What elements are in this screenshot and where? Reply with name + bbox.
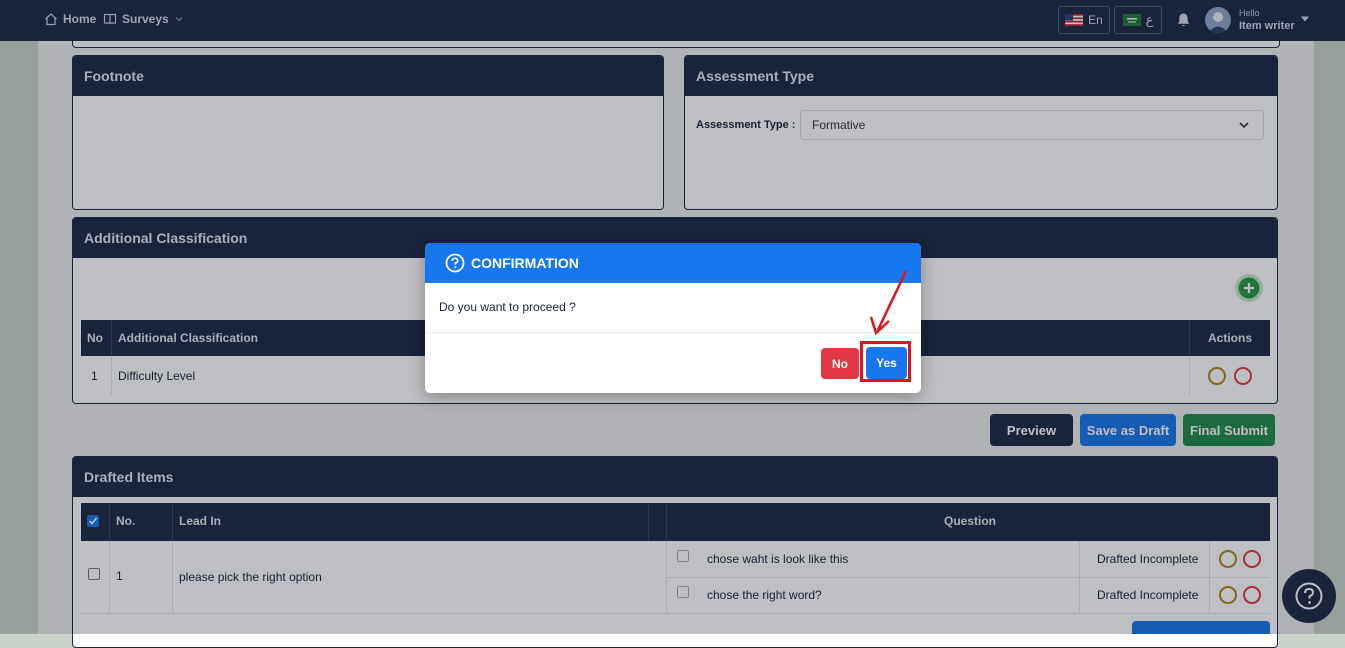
annotation-arrow-icon [869,270,908,336]
dialog-divider [425,332,921,333]
confirmation-dialog-header: CONFIRMATION [425,243,921,283]
annotation-highlight-box [860,341,911,382]
question-circle-icon [445,253,465,273]
confirmation-dialog: CONFIRMATION Do you want to proceed ? No… [425,243,921,393]
confirmation-title: CONFIRMATION [471,255,579,271]
no-button[interactable]: No [821,348,859,379]
confirmation-message: Do you want to proceed ? [439,300,576,314]
